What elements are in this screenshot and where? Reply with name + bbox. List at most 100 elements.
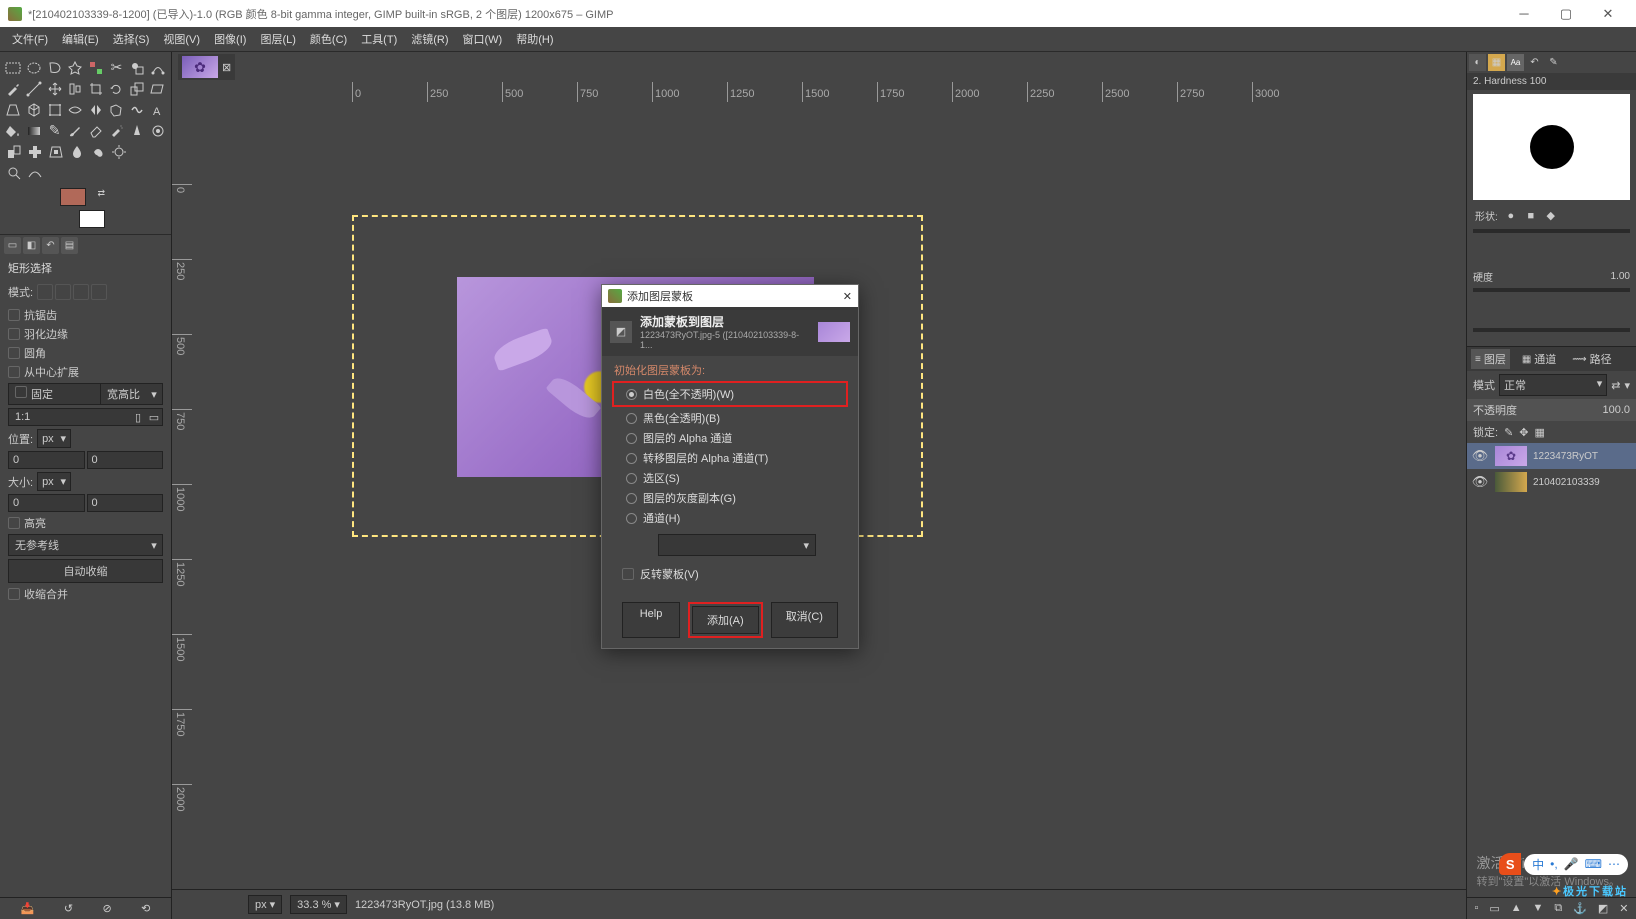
mode-replace[interactable] (37, 284, 53, 300)
measure-tool[interactable] (25, 79, 44, 98)
pos-x-input[interactable] (8, 451, 85, 469)
ime-punct-icon[interactable]: •, (1550, 857, 1558, 871)
radio-icon[interactable] (626, 433, 637, 444)
shape-square-icon[interactable]: ■ (1524, 209, 1538, 223)
visibility-icon[interactable]: 👁 (1471, 474, 1489, 490)
mypaint-tool[interactable] (148, 121, 167, 140)
paths-tool[interactable] (148, 58, 167, 77)
scissors-tool[interactable]: ✂ (107, 58, 126, 77)
ime-s-icon[interactable]: S (1499, 853, 1521, 875)
help-button[interactable]: Help (622, 602, 680, 638)
menu-layer[interactable]: 图层(L) (254, 28, 301, 50)
lock-alpha-icon[interactable]: ▦ (1535, 426, 1545, 439)
menu-tools[interactable]: 工具(T) (355, 28, 403, 50)
mode-add[interactable] (55, 284, 71, 300)
highlight-check[interactable] (8, 517, 20, 529)
ratio-portrait-icon[interactable]: ▯ (130, 411, 146, 424)
options-reset-icon[interactable]: ⟲ (141, 902, 150, 915)
rtab-editor[interactable]: ✎ (1545, 54, 1562, 71)
menu-select[interactable]: 选择(S) (107, 28, 156, 50)
bg-color-swatch[interactable] (79, 210, 105, 228)
radio-selection[interactable]: 选区(S) (614, 468, 846, 488)
pencil-tool[interactable]: ✎ (45, 121, 64, 140)
options-save-icon[interactable]: 📥 (21, 902, 35, 915)
blur-tool[interactable] (67, 142, 86, 161)
crop-tool[interactable] (87, 79, 106, 98)
add-button[interactable]: 添加(A) (692, 606, 759, 634)
status-unit[interactable]: px▾ (248, 895, 282, 914)
ellipse-select-tool[interactable] (25, 58, 44, 77)
dialog-close-icon[interactable]: ✕ (843, 290, 852, 303)
rtab-patterns[interactable]: ▦ (1488, 54, 1505, 71)
unified-transform-tool[interactable] (45, 100, 64, 119)
foreground-select-tool[interactable] (128, 58, 147, 77)
airbrush-tool[interactable] (107, 121, 126, 140)
color-picker-tool[interactable] (4, 79, 23, 98)
ratio-input[interactable]: 1:1 (9, 409, 130, 425)
antialias-check[interactable] (8, 309, 20, 321)
duplicate-layer-icon[interactable]: ⧉ (1554, 902, 1562, 915)
ime-kbd-icon[interactable]: ⌨ (1585, 857, 1602, 871)
brush-preview[interactable] (1473, 94, 1630, 200)
size-h-input[interactable] (87, 494, 164, 512)
rtab-brushes[interactable]: ◐ (1469, 54, 1486, 71)
radio-alpha[interactable]: 图层的 Alpha 通道 (614, 428, 846, 448)
measure-tool-2[interactable] (25, 163, 44, 182)
status-zoom[interactable]: 33.3 %▾ (290, 895, 347, 914)
channel-select[interactable]: ▾ (658, 534, 816, 556)
raise-layer-icon[interactable]: ▲ (1511, 902, 1522, 915)
rect-select-tool[interactable] (4, 58, 23, 77)
cancel-button[interactable]: 取消(C) (771, 602, 838, 638)
rotate-tool[interactable] (107, 79, 126, 98)
lock-pixels-icon[interactable]: ✎ (1504, 426, 1513, 439)
image-tab[interactable]: ⊠ (178, 54, 235, 80)
radio-gray[interactable]: 图层的灰度副本(G) (614, 488, 846, 508)
gradient-tool[interactable] (25, 121, 44, 140)
shape-circle-icon[interactable]: ● (1504, 209, 1518, 223)
menu-help[interactable]: 帮助(H) (510, 28, 559, 50)
delete-layer-icon[interactable]: ✕ (1619, 902, 1628, 915)
menu-windows[interactable]: 窗口(W) (457, 28, 509, 50)
maximize-button[interactable]: ▢ (1546, 1, 1586, 27)
radio-icon[interactable] (626, 413, 637, 424)
menu-image[interactable]: 图像(I) (208, 28, 252, 50)
menu-colors[interactable]: 颜色(C) (304, 28, 353, 50)
menu-file[interactable]: 文件(F) (6, 28, 54, 50)
fixed-check[interactable] (15, 386, 27, 398)
menu-edit[interactable]: 编辑(E) (56, 28, 105, 50)
tab-layers[interactable]: ≡图层 (1471, 349, 1510, 369)
warp-tool[interactable] (128, 100, 147, 119)
pos-y-input[interactable] (87, 451, 164, 469)
zoom-tool[interactable] (4, 163, 23, 182)
align-tool[interactable] (66, 79, 85, 98)
shape-diamond-icon[interactable]: ◆ (1544, 209, 1558, 223)
ime-cn-icon[interactable]: 中 (1532, 856, 1544, 873)
tab-undo-history[interactable]: ↶ (42, 237, 59, 254)
fg-bg-colors[interactable]: ⇄ (60, 188, 105, 228)
scale-tool[interactable] (128, 79, 147, 98)
eraser-tool[interactable] (87, 121, 106, 140)
options-restore-icon[interactable]: ↺ (64, 902, 73, 915)
fg-color-swatch[interactable] (60, 188, 86, 206)
radio-icon[interactable] (626, 389, 637, 400)
tab-images[interactable]: ▤ (61, 237, 78, 254)
menu-view[interactable]: 视图(V) (157, 28, 206, 50)
new-group-icon[interactable]: ▭ (1489, 902, 1499, 915)
radio-black[interactable]: 黑色(全透明)(B) (614, 408, 846, 428)
swap-colors-icon[interactable]: ⇄ (97, 188, 105, 199)
layer-item[interactable]: 👁 1223473RyOT (1467, 443, 1636, 469)
move-tool[interactable] (45, 79, 64, 98)
layer-name[interactable]: 210402103339 (1533, 477, 1632, 488)
smudge-tool[interactable] (88, 142, 107, 161)
tab-device-status[interactable]: ◧ (23, 237, 40, 254)
flip-tool[interactable] (87, 100, 106, 119)
merge-layer-icon[interactable]: ⚓ (1573, 902, 1587, 915)
free-select-tool[interactable] (45, 58, 64, 77)
tab-tool-options[interactable]: ▭ (4, 237, 21, 254)
menu-filters[interactable]: 滤镜(R) (405, 28, 454, 50)
hardness-slider[interactable] (1473, 288, 1630, 292)
radius-slider[interactable] (1473, 229, 1630, 233)
transform-3d-tool[interactable] (25, 100, 44, 119)
minimize-button[interactable]: ─ (1504, 1, 1544, 27)
guides-dropdown-icon[interactable]: ▾ (146, 539, 162, 552)
